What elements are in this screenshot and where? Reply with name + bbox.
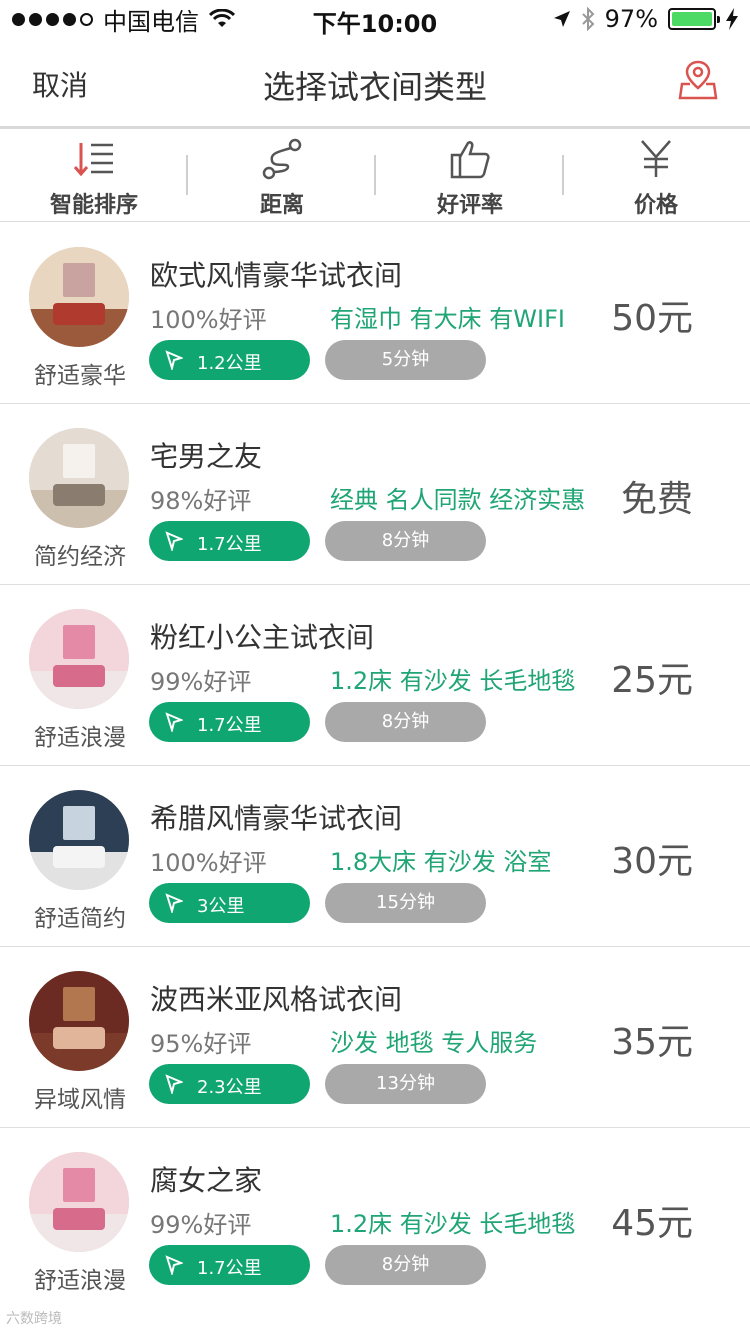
room-thumbnail — [29, 790, 129, 890]
list-item[interactable]: 舒适浪漫 粉红小公主试衣间 99%好评 1.2床 有沙发 长毛地毯 1.7公里 … — [0, 585, 750, 766]
room-thumbnail — [29, 247, 129, 347]
room-price: 25元 — [611, 660, 693, 701]
room-category: 简约经济 — [34, 544, 126, 570]
room-category: 舒适豪华 — [34, 363, 126, 389]
list-item[interactable]: 简约经济 宅男之友 98%好评 经典 名人同款 经济实惠 1.7公里 8分钟 免… — [0, 404, 750, 585]
filter-label: 距离 — [259, 193, 304, 218]
time-badge: 13分钟 — [325, 1064, 486, 1104]
navigation-arrow-icon — [165, 531, 183, 551]
room-price: 45元 — [611, 1203, 693, 1244]
room-list: 舒适豪华 欧式风情豪华试衣间 100%好评 有湿巾 有大床 有WIFI 1.2公… — [0, 223, 750, 1309]
sort-icon — [73, 143, 113, 177]
room-tags: 1.2床 有沙发 长毛地毯 — [330, 667, 576, 695]
charging-bolt-icon — [726, 8, 738, 30]
distance-badge: 1.7公里 — [149, 1245, 310, 1285]
battery-icon — [668, 8, 720, 30]
time-badge: 15分钟 — [325, 883, 486, 923]
room-rating: 99%好评 — [150, 668, 252, 696]
status-bar: 中国电信 下午10:00 97% — [0, 0, 750, 40]
thumbs-up-icon — [450, 141, 490, 179]
filter-bar: 智能排序 距离 好评率 价格 — [0, 129, 750, 222]
room-rating: 98%好评 — [150, 487, 252, 515]
room-rating: 100%好评 — [150, 306, 267, 334]
watermark: 六数跨境 — [6, 1311, 62, 1327]
navigation-arrow-icon — [165, 1255, 183, 1275]
room-name: 宅男之友 — [150, 440, 263, 473]
distance-badge: 1.7公里 — [149, 702, 310, 742]
room-price: 50元 — [611, 298, 693, 339]
filter-price[interactable]: 价格 — [562, 129, 750, 222]
room-name: 希腊风情豪华试衣间 — [150, 802, 403, 835]
room-category: 舒适浪漫 — [34, 1268, 126, 1294]
room-price: 免费 — [620, 479, 693, 520]
room-tags: 有湿巾 有大床 有WIFI — [330, 305, 565, 333]
battery-percent: 97% — [604, 5, 658, 33]
room-rating: 95%好评 — [150, 1030, 252, 1058]
filter-label: 好评率 — [436, 193, 503, 218]
list-item[interactable]: 舒适豪华 欧式风情豪华试衣间 100%好评 有湿巾 有大床 有WIFI 1.2公… — [0, 223, 750, 404]
distance-badge: 1.2公里 — [149, 340, 310, 380]
time-badge: 8分钟 — [325, 702, 486, 742]
time-badge: 5分钟 — [325, 340, 486, 380]
status-bar-right: 97% — [553, 4, 738, 34]
location-arrow-icon — [553, 11, 570, 27]
filter-smart-sort[interactable]: 智能排序 — [0, 129, 188, 222]
navigation-arrow-icon — [165, 1074, 183, 1094]
room-name: 波西米亚风格试衣间 — [150, 983, 403, 1016]
navigation-arrow-icon — [165, 893, 183, 913]
room-name: 腐女之家 — [150, 1164, 263, 1197]
room-name: 粉红小公主试衣间 — [150, 621, 375, 654]
room-price: 35元 — [611, 1022, 693, 1063]
room-tags: 1.2床 有沙发 长毛地毯 — [330, 1210, 576, 1238]
route-icon — [262, 138, 302, 180]
room-category: 舒适简约 — [34, 906, 126, 932]
room-thumbnail — [29, 428, 129, 528]
distance-badge: 3公里 — [149, 883, 310, 923]
filter-rating[interactable]: 好评率 — [376, 129, 564, 222]
filter-distance[interactable]: 距离 — [188, 129, 376, 222]
list-item[interactable]: 异域风情 波西米亚风格试衣间 95%好评 沙发 地毯 专人服务 2.3公里 13… — [0, 947, 750, 1128]
location-pin-icon[interactable] — [678, 58, 718, 102]
filter-label: 价格 — [633, 193, 678, 218]
room-tags: 沙发 地毯 专人服务 — [330, 1029, 538, 1057]
room-tags: 1.8大床 有沙发 浴室 — [330, 848, 552, 876]
time-badge: 8分钟 — [325, 521, 486, 561]
room-category: 舒适浪漫 — [34, 725, 126, 751]
room-tags: 经典 名人同款 经济实惠 — [330, 486, 586, 514]
room-thumbnail — [29, 609, 129, 709]
room-thumbnail — [29, 1152, 129, 1252]
room-rating: 100%好评 — [150, 849, 267, 877]
list-item[interactable]: 舒适简约 希腊风情豪华试衣间 100%好评 1.8大床 有沙发 浴室 3公里 1… — [0, 766, 750, 947]
time-badge: 8分钟 — [325, 1245, 486, 1285]
room-rating: 99%好评 — [150, 1211, 252, 1239]
navigation-bar: 取消 选择试衣间类型 — [0, 40, 750, 126]
navigation-arrow-icon — [165, 350, 183, 370]
yen-icon — [641, 140, 671, 177]
room-name: 欧式风情豪华试衣间 — [150, 259, 403, 292]
room-category: 异域风情 — [34, 1087, 126, 1113]
room-price: 30元 — [611, 841, 693, 882]
distance-badge: 2.3公里 — [149, 1064, 310, 1104]
navigation-arrow-icon — [165, 712, 183, 732]
filter-label: 智能排序 — [49, 193, 138, 218]
bluetooth-icon — [581, 7, 595, 31]
distance-badge: 1.7公里 — [149, 521, 310, 561]
room-thumbnail — [29, 971, 129, 1071]
page-title: 选择试衣间类型 — [262, 68, 487, 106]
list-item[interactable]: 舒适浪漫 腐女之家 99%好评 1.2床 有沙发 长毛地毯 1.7公里 8分钟 … — [0, 1128, 750, 1309]
